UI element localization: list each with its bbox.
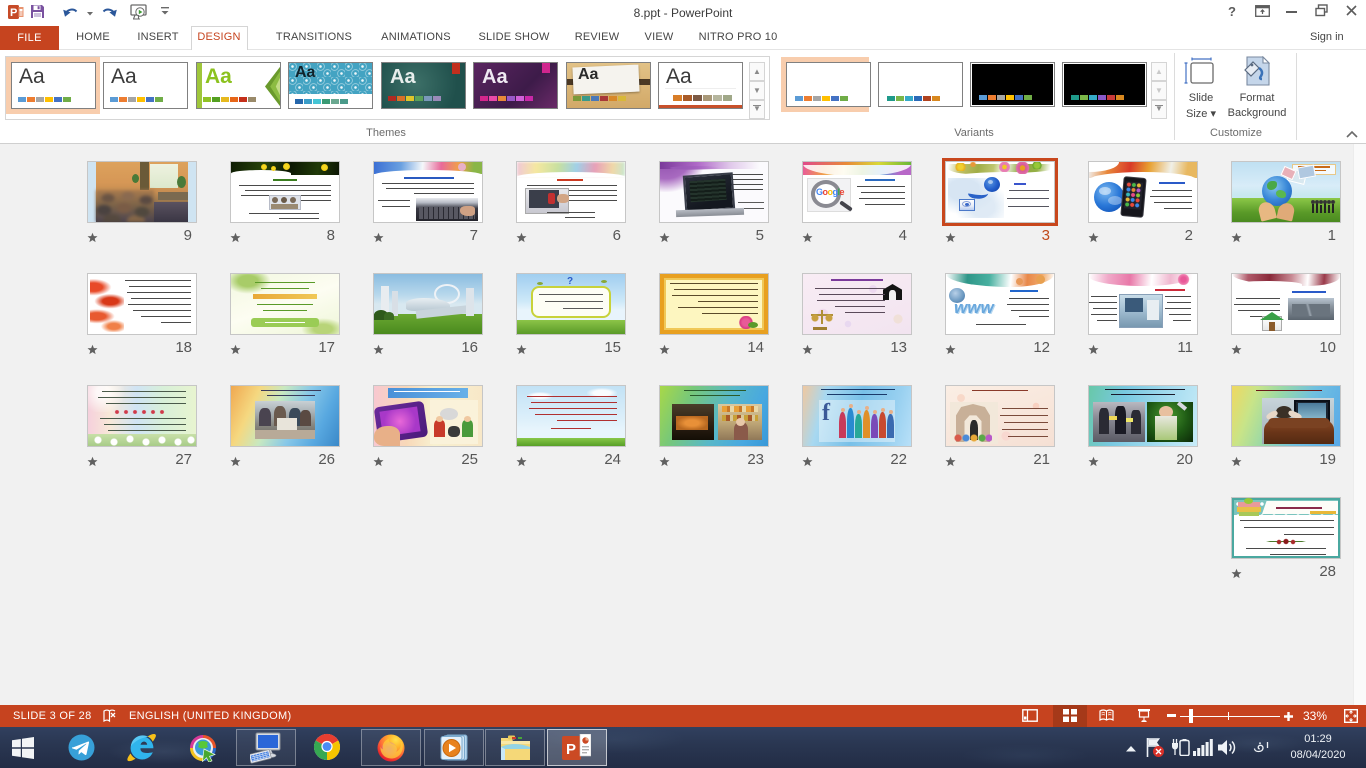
svg-text:?: ? [1228,4,1236,19]
svg-text:P: P [566,741,576,758]
